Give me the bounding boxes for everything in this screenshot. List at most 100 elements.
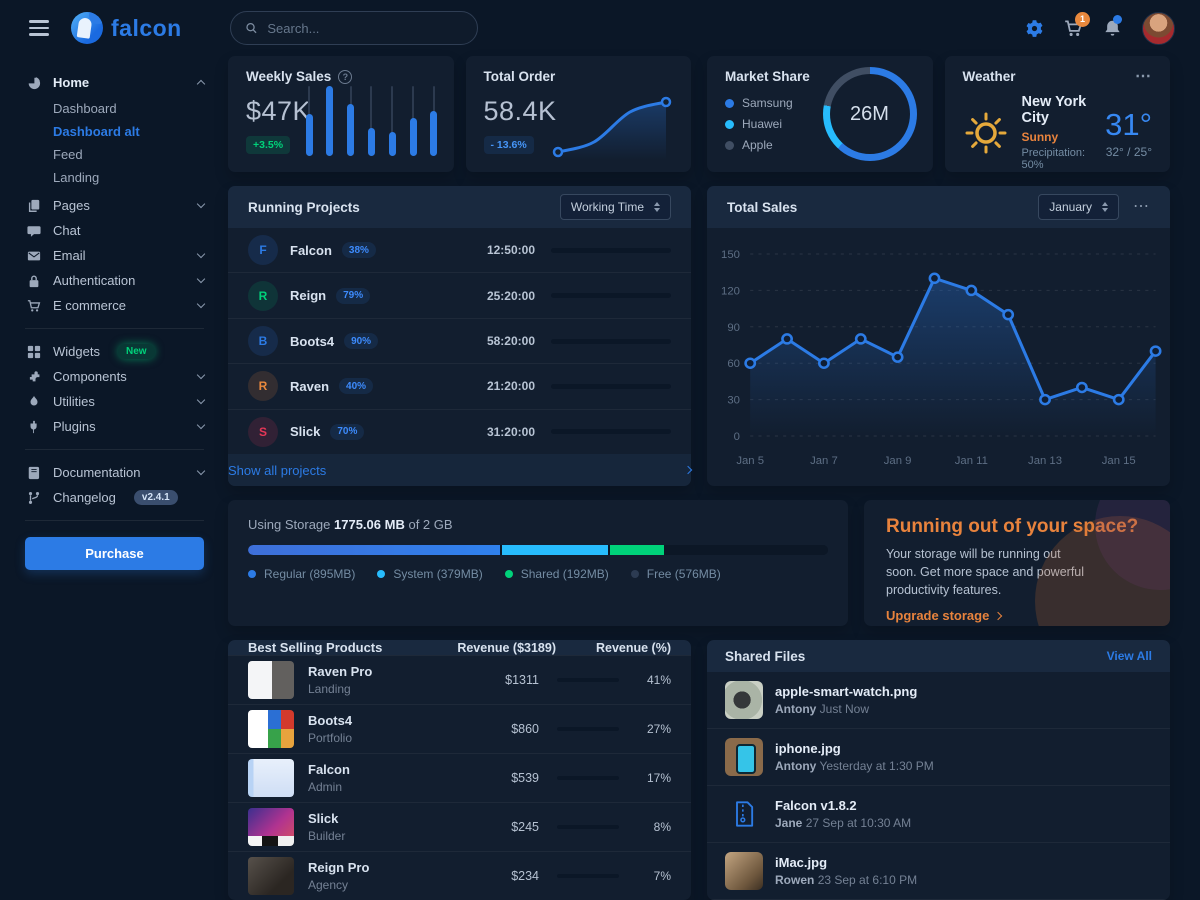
product-progress-bar [557, 678, 619, 682]
card-menu-dots-icon[interactable]: ⋯ [1135, 72, 1152, 82]
project-progress-bar [551, 339, 671, 344]
search-input[interactable] [265, 20, 462, 37]
shared-file-item[interactable]: iphone.jpg Antony Yesterday at 1:30 PM [707, 729, 1170, 786]
svg-text:0: 0 [734, 431, 740, 443]
sidebar-item-utilities[interactable]: Utilities [25, 389, 204, 414]
widgets-grid-icon [25, 345, 43, 359]
new-badge: New [118, 344, 155, 359]
working-time-select[interactable]: Working Time [560, 194, 671, 220]
project-row[interactable]: R Raven 40% 21:20:00 [228, 363, 691, 408]
sidebar-item-pages[interactable]: Pages [25, 193, 204, 218]
cart-count-badge: 1 [1075, 12, 1090, 27]
settings-gear-icon[interactable] [1025, 19, 1044, 38]
product-progress-bar [557, 776, 619, 780]
cart-icon[interactable]: 1 [1064, 19, 1083, 38]
legend-dot [725, 99, 734, 108]
search-icon [245, 21, 258, 35]
storage-legend: Regular (895MB) System (379MB) Shared (1… [248, 567, 828, 581]
sun-icon [963, 110, 1009, 156]
weekly-sales-title-row: Weekly Sales ? [246, 69, 436, 84]
select-arrows-icon [654, 202, 660, 212]
legend-item-regular: Regular (895MB) [248, 567, 355, 581]
file-thumbnail [725, 681, 763, 719]
sidebar-item-chat[interactable]: Chat [25, 218, 204, 243]
total-sales-chart: 0306090120150Jan 5Jan 7Jan 9Jan 11Jan 13… [707, 228, 1170, 478]
main-content: Weekly Sales ? $47K +3.5% Total Order 58… [228, 56, 1170, 900]
upgrade-storage-card: Running out of your space? Your storage … [864, 500, 1170, 626]
product-price: $245 [449, 820, 539, 834]
pages-icon [25, 199, 43, 213]
hamburger-menu-button[interactable] [25, 16, 53, 40]
total-sales-card: Total Sales January ⋯ 0306090120150Jan 5… [707, 186, 1170, 486]
svg-text:Jan 5: Jan 5 [736, 455, 764, 467]
chevron-down-icon [197, 467, 205, 475]
sidebar-item-ecommerce[interactable]: E commerce [25, 293, 204, 318]
total-sales-header: Total Sales January ⋯ [707, 186, 1170, 228]
svg-text:30: 30 [727, 395, 740, 407]
product-pct: 8% [633, 820, 671, 834]
product-pct: 27% [633, 722, 671, 736]
plug-icon [25, 420, 43, 434]
sidebar-item-components[interactable]: Components [25, 364, 204, 389]
upgrade-storage-link[interactable]: Upgrade storage [886, 608, 1001, 623]
product-row[interactable]: Raven ProLanding $1311 41% [228, 655, 691, 704]
sidebar-item-widgets[interactable]: Widgets New [25, 339, 204, 364]
shared-file-item[interactable]: iMac.jpg Rowen 23 Sep at 6:10 PM [707, 843, 1170, 900]
shared-file-item[interactable]: Falcon v1.8.2 Jane 27 Sep at 10:30 AM [707, 786, 1170, 843]
best-selling-title: Best Selling Products [248, 640, 396, 655]
product-row[interactable]: Reign ProAgency $234 7% [228, 851, 691, 900]
falcon-logo[interactable]: falcon [71, 12, 182, 44]
sidebar-item-dashboard-alt[interactable]: Dashboard alt [25, 120, 204, 143]
storage-usage-text: Using Storage 1775.06 MB of 2 GB [248, 517, 828, 532]
code-branch-icon [25, 491, 43, 505]
sidebar-item-documentation[interactable]: Documentation [25, 460, 204, 485]
project-progress-badge: 40% [339, 378, 373, 394]
sidebar-item-changelog[interactable]: Changelog v2.4.1 [25, 485, 204, 510]
show-all-projects-link[interactable]: Show all projects [228, 454, 691, 486]
purchase-button[interactable]: Purchase [25, 537, 204, 570]
product-row[interactable]: Boots4Portfolio $860 27% [228, 704, 691, 753]
chevron-right-icon [994, 612, 1002, 620]
chevron-up-icon [197, 80, 205, 88]
sidebar-item-email[interactable]: Email [25, 243, 204, 268]
notifications-bell-icon[interactable] [1103, 19, 1122, 38]
lock-icon [25, 274, 43, 288]
svg-text:150: 150 [721, 249, 740, 261]
card-menu-dots-icon[interactable]: ⋯ [1133, 202, 1150, 212]
sidebar-item-feed[interactable]: Feed [25, 143, 204, 166]
product-price: $234 [449, 869, 539, 883]
sidebar-item-dashboard[interactable]: Dashboard [25, 97, 204, 120]
total-order-chart [547, 90, 679, 162]
project-row[interactable]: F Falcon 38% 12:50:00 [228, 228, 691, 272]
product-row[interactable]: FalconAdmin $539 17% [228, 753, 691, 802]
product-row[interactable]: SlickBuilder $245 8% [228, 802, 691, 851]
user-avatar[interactable] [1142, 12, 1175, 45]
legend-dot [505, 570, 513, 578]
shared-file-item[interactable]: apple-smart-watch.png Antony Just Now [707, 672, 1170, 729]
sidebar-item-authentication[interactable]: Authentication [25, 268, 204, 293]
sidebar-item-plugins[interactable]: Plugins [25, 414, 204, 439]
product-thumbnail [248, 857, 294, 895]
sidebar-item-landing[interactable]: Landing [25, 166, 204, 189]
project-time: 58:20:00 [487, 334, 535, 348]
legend-dot [725, 141, 734, 150]
product-thumbnail [248, 759, 294, 797]
total-sales-title: Total Sales [727, 200, 797, 215]
svg-text:90: 90 [727, 322, 740, 334]
market-share-total: 26M [830, 74, 910, 154]
version-badge: v2.4.1 [134, 490, 178, 505]
email-icon [25, 249, 43, 263]
product-price: $1311 [449, 673, 539, 687]
legend-dot [631, 570, 639, 578]
navbar-actions: 1 [1025, 12, 1175, 45]
project-row[interactable]: R Reign 79% 25:20:00 [228, 272, 691, 317]
month-select[interactable]: January [1038, 194, 1119, 220]
project-progress-badge: 90% [344, 333, 378, 349]
sidebar-item-home[interactable]: Home [25, 70, 204, 95]
sidebar: Home Dashboard Dashboard alt Feed Landin… [0, 56, 228, 900]
project-row[interactable]: B Boots4 90% 58:20:00 [228, 318, 691, 363]
storage-card: Using Storage 1775.06 MB of 2 GB Regular… [228, 500, 848, 626]
project-row[interactable]: S Slick 70% 31:20:00 [228, 409, 691, 454]
view-all-link[interactable]: View All [1107, 649, 1152, 663]
info-icon[interactable]: ? [338, 70, 352, 84]
